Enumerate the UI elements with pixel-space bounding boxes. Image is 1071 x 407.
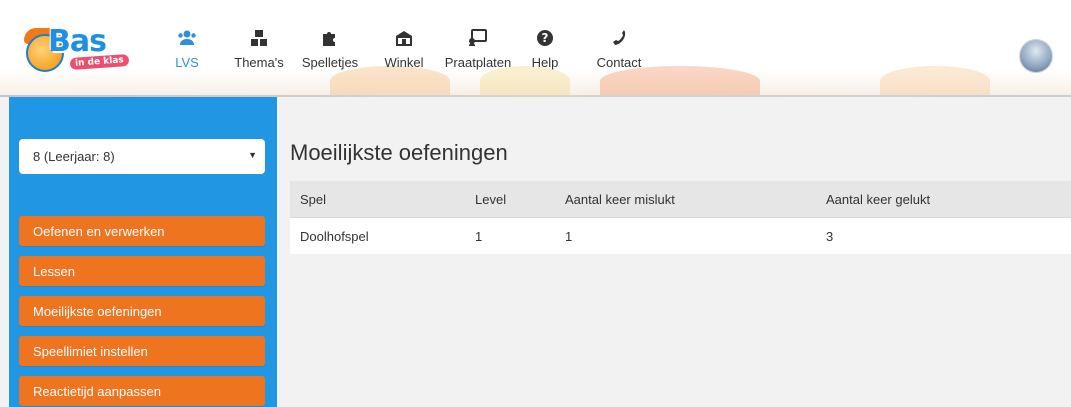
header-decoration xyxy=(330,66,450,96)
sidebar-item-label: Lessen xyxy=(33,264,75,279)
header-decoration xyxy=(880,66,990,96)
header-decoration xyxy=(480,66,570,96)
nav-label: Contact xyxy=(596,55,642,70)
column-header-mislukt: Aantal keer mislukt xyxy=(565,192,675,207)
page-title: Moeilijkste oefeningen xyxy=(290,140,508,165)
puzzle-icon xyxy=(297,29,363,49)
question-icon: ? xyxy=(528,29,562,49)
cell-gelukt: 3 xyxy=(826,229,834,244)
nav-item-praatplaten[interactable]: Praatplaten xyxy=(438,29,518,70)
group-select-value: 8 (Leerjaar: 8) xyxy=(33,149,115,164)
nav-item-winkel[interactable]: Winkel xyxy=(381,29,427,70)
nav-item-help[interactable]: ? Help xyxy=(528,29,562,70)
group-select[interactable]: 8 (Leerjaar: 8) ▼ xyxy=(19,139,265,174)
cell-mislukt: 1 xyxy=(565,229,573,244)
shop-icon xyxy=(381,29,427,49)
sidebar-item-speellimiet-instellen[interactable]: Speellimiet instellen xyxy=(19,336,265,366)
caret-down-icon: ▼ xyxy=(248,150,257,160)
sidebar-item-label: Oefenen en verwerken xyxy=(33,224,165,239)
column-header-gelukt: Aantal keer gelukt xyxy=(826,192,931,207)
header-decoration xyxy=(600,66,760,96)
nav-label: Praatplaten xyxy=(444,55,512,70)
nav-item-themas[interactable]: Thema's xyxy=(230,29,288,70)
sidebar-item-label: Reactietijd aanpassen xyxy=(33,384,161,399)
header-bar: Bas in de klas LVS Thema's Spelletjes Wi… xyxy=(0,0,1071,96)
nav-item-lvs[interactable]: LVS xyxy=(170,29,204,70)
results-table: Spel Level Aantal keer mislukt Aantal ke… xyxy=(290,181,1071,254)
column-header-level: Level xyxy=(475,192,507,207)
nav-item-contact[interactable]: Contact xyxy=(590,29,648,70)
logo-text: Bas xyxy=(48,24,107,59)
sidebar-item-label: Moeilijkste oefeningen xyxy=(33,304,162,319)
sidebar-item-label: Speellimiet instellen xyxy=(33,344,148,359)
nav-label: LVS xyxy=(175,55,199,70)
svg-text:?: ? xyxy=(542,31,549,45)
nav-label: Thema's xyxy=(234,55,284,70)
sidebar-item-oefenen-en-verwerken[interactable]: Oefenen en verwerken xyxy=(19,216,265,246)
table-header-row: Spel Level Aantal keer mislukt Aantal ke… xyxy=(290,181,1071,218)
nav-label: Help xyxy=(531,55,559,70)
nav-label: Winkel xyxy=(384,55,424,70)
cell-level: 1 xyxy=(475,229,483,244)
column-header-spel: Spel xyxy=(300,192,327,207)
blocks-icon xyxy=(230,29,288,49)
bas-logo[interactable]: Bas in de klas xyxy=(24,24,136,76)
phone-icon xyxy=(590,29,648,49)
nav-label: Spelletjes xyxy=(301,55,359,70)
sidebar-item-reactietijd-aanpassen[interactable]: Reactietijd aanpassen xyxy=(19,376,265,406)
table-row: Doolhofspel 1 1 3 xyxy=(290,218,1071,254)
users-icon xyxy=(170,29,204,49)
picture-icon xyxy=(438,29,518,49)
user-avatar[interactable] xyxy=(1020,40,1052,72)
nav-item-spelletjes[interactable]: Spelletjes xyxy=(297,29,363,70)
cell-spel: Doolhofspel xyxy=(300,229,369,244)
sidebar-item-moeilijkste-oefeningen[interactable]: Moeilijkste oefeningen xyxy=(19,296,265,326)
sidebar-item-lessen[interactable]: Lessen xyxy=(19,256,265,286)
